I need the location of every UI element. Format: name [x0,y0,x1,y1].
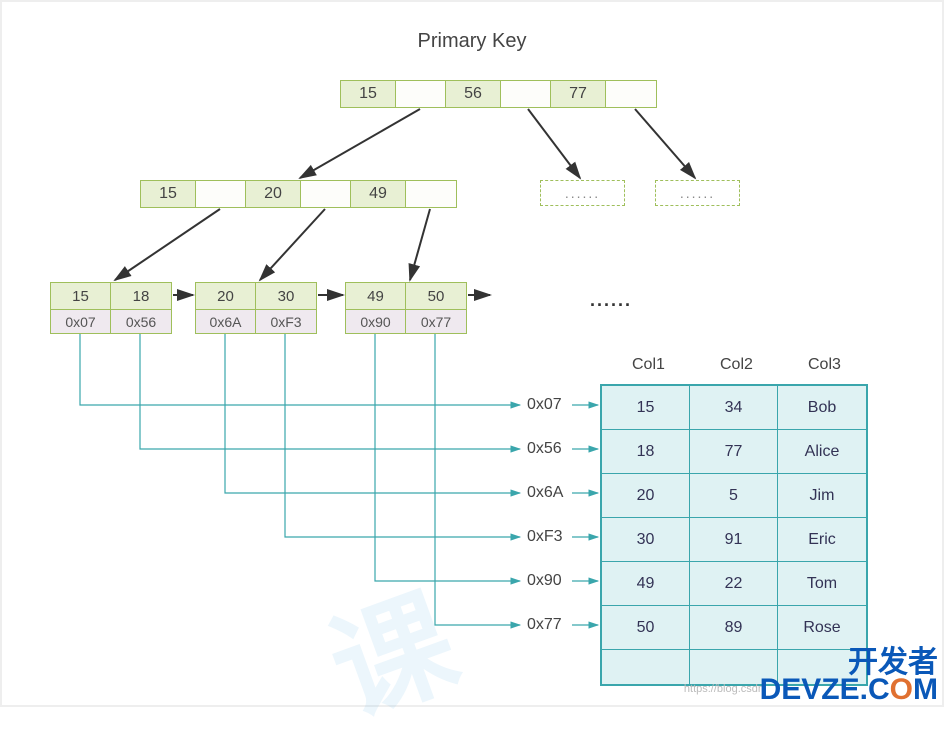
root-cell-blank [606,81,656,107]
internal-cell: 49 [351,181,406,207]
leaf-pointer: 0x6A [196,309,256,333]
internal-cell-blank [406,181,456,207]
table-cell: 30 [602,518,690,562]
leaf-key: 15 [51,283,111,309]
row-address: 0x6A [527,484,563,502]
table-cell: 77 [690,430,778,474]
diagram-title: Primary Key [418,30,527,53]
table-cell: Rose [778,606,866,650]
root-cell: 56 [446,81,501,107]
table-cell: 34 [690,386,778,430]
watermark-devze-bottom: DEVZE.COM [760,676,938,703]
table-cell: 50 [602,606,690,650]
table-cell: 20 [602,474,690,518]
leaf-node: 49 50 0x90 0x77 [345,282,467,334]
table-row: 15 34 Bob [602,386,866,430]
leaf-pointer: 0x90 [346,309,406,333]
watermark-devze: 开发者 DEVZE.COM [760,649,938,703]
table-header: Col3 [808,356,841,374]
leaf-pointer: 0x56 [111,309,171,333]
leaf-ellipsis: ...... [590,290,632,311]
leaf-key: 20 [196,283,256,309]
root-cell-blank [501,81,551,107]
dashed-node: ...... [655,180,740,206]
row-address: 0xF3 [527,528,563,546]
leaf-node: 20 30 0x6A 0xF3 [195,282,317,334]
table-row: 49 22 Tom [602,562,866,606]
row-address: 0x77 [527,616,562,634]
table-row: 20 5 Jim [602,474,866,518]
root-cell: 15 [341,81,396,107]
leaf-pointer: 0x07 [51,309,111,333]
row-address: 0x56 [527,440,562,458]
root-node: 15 56 77 [340,80,657,108]
table-cell: Bob [778,386,866,430]
table-cell: 91 [690,518,778,562]
root-cell-blank [396,81,446,107]
leaf-pointer: 0x77 [406,309,466,333]
leaf-pointer: 0xF3 [256,309,316,333]
row-address: 0x90 [527,572,562,590]
table-cell: 89 [690,606,778,650]
data-table: 15 34 Bob 18 77 Alice 20 5 Jim 30 91 Eri… [600,384,868,686]
leaf-key: 50 [406,283,466,309]
watermark-csdn: https://blog.csdn [684,683,764,695]
internal-cell-blank [301,181,351,207]
table-cell: Jim [778,474,866,518]
table-cell: Tom [778,562,866,606]
table-cell: 18 [602,430,690,474]
leaf-key: 49 [346,283,406,309]
table-row: 50 89 Rose [602,606,866,650]
leaf-node: 15 18 0x07 0x56 [50,282,172,334]
internal-cell-blank [196,181,246,207]
table-cell [602,650,690,684]
table-cell: Alice [778,430,866,474]
table-cell: 22 [690,562,778,606]
dashed-node: ...... [540,180,625,206]
table-header: Col2 [720,356,753,374]
table-row: 18 77 Alice [602,430,866,474]
watermark-devze-top: 开发者 [760,649,938,676]
internal-cell: 15 [141,181,196,207]
leaf-key: 18 [111,283,171,309]
table-header: Col1 [632,356,665,374]
table-row: 30 91 Eric [602,518,866,562]
internal-cell: 20 [246,181,301,207]
table-cell: 15 [602,386,690,430]
table-cell: 49 [602,562,690,606]
internal-node: 15 20 49 [140,180,457,208]
table-cell: Eric [778,518,866,562]
row-address: 0x07 [527,396,562,414]
root-cell: 77 [551,81,606,107]
table-cell: 5 [690,474,778,518]
leaf-key: 30 [256,283,316,309]
